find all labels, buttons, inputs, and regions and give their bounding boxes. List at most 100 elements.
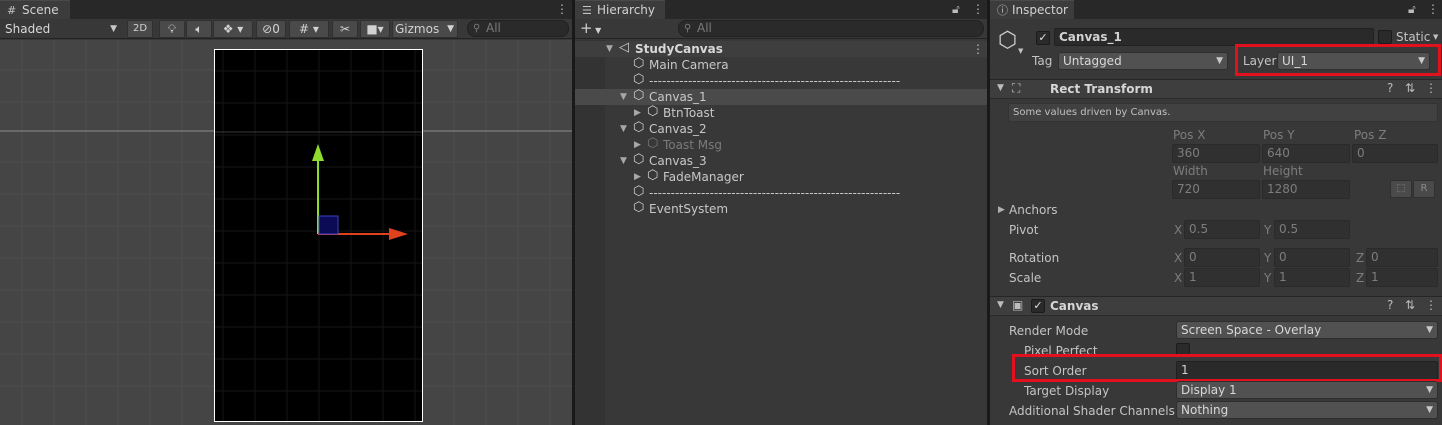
hierarchy-row[interactable]: ▼ ⬡ Canvas_2: [575, 120, 987, 137]
effects-toggle[interactable]: ❖ ▾: [213, 20, 253, 38]
hierarchy-more-icon[interactable]: ⋮: [972, 1, 984, 18]
audio-toggle[interactable]: 🔈︎: [186, 20, 212, 38]
tools-icon: ✂︎: [339, 22, 351, 36]
foldout-open-icon[interactable]: ▼: [620, 89, 627, 105]
visibility-toggle[interactable]: ⊘0: [256, 20, 286, 38]
canvas-component-header[interactable]: ▼ ▣ ✓ Canvas ? ⇅ ⋮: [990, 296, 1442, 316]
static-checkbox[interactable]: [1378, 30, 1392, 44]
foldout-closed-icon[interactable]: ▶: [634, 137, 641, 153]
preset-icon[interactable]: ⇅: [1405, 81, 1415, 95]
tools-button[interactable]: ✂︎: [332, 20, 358, 38]
pivot-x-field[interactable]: 0.5: [1184, 220, 1260, 239]
tab-scene[interactable]: # Scene: [0, 0, 70, 19]
rect-transform-header[interactable]: ▼ ⛶ Rect Transform ? ⇅ ⋮: [990, 79, 1442, 99]
hierarchy-row[interactable]: ▶ ⬡ FadeManager: [575, 168, 987, 185]
help-icon[interactable]: ?: [1387, 81, 1393, 95]
raw-edit-button[interactable]: R: [1413, 180, 1435, 198]
tag-dropdown[interactable]: Untagged ▼: [1058, 52, 1228, 70]
driven-note: Some values driven by Canvas.: [1008, 103, 1438, 122]
hierarchy-row[interactable]: ▶ ⬡ Toast Msg: [575, 136, 987, 153]
foldout-closed-icon[interactable]: ▶: [634, 105, 641, 121]
lock-icon[interactable]: 🔓︎: [952, 1, 960, 18]
y-axis-arrow: [312, 144, 324, 161]
gameobject-cube-icon: ⬡: [647, 168, 659, 183]
blueprint-mode-button[interactable]: ⬚: [1390, 180, 1412, 198]
hierarchy-row[interactable]: ▶ ⬡ BtnToast: [575, 104, 987, 121]
scale-y-field[interactable]: 1: [1274, 268, 1350, 287]
scene-more-icon[interactable]: ⋮: [556, 1, 568, 18]
pos-y-value: 640: [1267, 146, 1290, 160]
gizmos-dropdown[interactable]: Gizmos ▼: [392, 20, 458, 38]
anchors-label[interactable]: Anchors: [1009, 203, 1058, 217]
grid-snap-icon: # ▾: [299, 22, 319, 36]
foldout-closed-icon[interactable]: ▶: [998, 205, 1005, 215]
hierarchy-row[interactable]: ⬡ EventSystem: [575, 200, 987, 217]
move-gizmo[interactable]: [0, 40, 572, 425]
mode-2d-label: 2D: [132, 23, 148, 34]
preset-icon[interactable]: ⇅: [1405, 298, 1415, 312]
shader-channels-dropdown[interactable]: Nothing ▼: [1176, 401, 1438, 419]
rot-x-field[interactable]: 0: [1184, 248, 1260, 267]
rot-x-label: X: [1174, 251, 1183, 265]
help-icon[interactable]: ?: [1387, 298, 1393, 312]
foldout-open-icon[interactable]: ▼: [606, 41, 613, 57]
component-menu-icon[interactable]: ⋮: [1425, 298, 1437, 312]
chevron-down-icon[interactable]: ▼: [1433, 33, 1438, 41]
hierarchy-row[interactable]: ⬡ ---------------------------------------…: [575, 184, 987, 201]
foldout-open-icon[interactable]: ▼: [620, 121, 627, 137]
scene-more-icon[interactable]: ⋮: [972, 41, 984, 57]
hierarchy-search-placeholder: All: [697, 21, 712, 35]
scene-viewport[interactable]: [0, 40, 572, 425]
hierarchy-search-input[interactable]: ⚲ All: [678, 20, 984, 37]
hierarchy-row[interactable]: ⬡ Main Camera: [575, 56, 987, 73]
shading-mode-dropdown[interactable]: Shaded ▼: [0, 20, 122, 38]
scale-z-value: 1: [1371, 270, 1379, 284]
scale-x-value: 1: [1189, 270, 1197, 284]
hierarchy-item-label: Toast Msg: [663, 138, 722, 152]
scene-search-input[interactable]: ⚲ All: [467, 20, 569, 37]
mode-2d-button[interactable]: 2D: [127, 20, 153, 38]
hierarchy-row[interactable]: ▼ ⬡ Canvas_1: [575, 88, 987, 105]
hierarchy-row[interactable]: ⬡ ---------------------------------------…: [575, 72, 987, 89]
tab-inspector[interactable]: ⓘ Inspector: [990, 0, 1074, 19]
render-mode-dropdown[interactable]: Screen Space - Overlay ▼: [1176, 321, 1438, 339]
pivot-x-label: X: [1174, 223, 1183, 237]
tag-label: Tag: [1032, 54, 1053, 68]
tab-hierarchy[interactable]: ☰ Hierarchy: [575, 0, 665, 19]
canvas-enabled-checkbox[interactable]: ✓: [1031, 299, 1045, 313]
chevron-down-icon[interactable]: ▼: [1018, 47, 1023, 55]
xy-plane-handle: [318, 215, 339, 235]
foldout-open-icon[interactable]: ▼: [620, 153, 627, 169]
hierarchy-row[interactable]: ▼ ◁ StudyCanvas ⋮: [575, 40, 987, 57]
sort-order-highlight-box: [1012, 354, 1442, 382]
rot-y-field[interactable]: 0: [1274, 248, 1350, 267]
pivot-x-value: 0.5: [1189, 222, 1209, 236]
foldout-closed-icon[interactable]: ▶: [634, 169, 641, 185]
grid-toggle[interactable]: # ▾: [289, 20, 329, 38]
pos-z-value: 0: [1357, 146, 1365, 160]
scene-search-placeholder: All: [486, 21, 501, 35]
rot-z-field[interactable]: 0: [1366, 248, 1438, 267]
lighting-toggle[interactable]: 💡︎: [159, 20, 185, 38]
inspector-more-icon[interactable]: ⋮: [1427, 1, 1439, 18]
scale-z-field[interactable]: 1: [1366, 268, 1438, 287]
canvas-title: Canvas: [1050, 299, 1099, 313]
scale-x-field[interactable]: 1: [1184, 268, 1260, 287]
width-label: Width: [1173, 164, 1208, 178]
hierarchy-row[interactable]: ▼ ⬡ Canvas_3: [575, 152, 987, 169]
gameobject-cube-icon: ⬡: [633, 56, 645, 71]
render-mode-label: Render Mode: [1009, 324, 1089, 338]
canvas-icon: ▣: [1012, 298, 1024, 312]
pivot-y-field[interactable]: 0.5: [1274, 220, 1350, 239]
component-menu-icon[interactable]: ⋮: [1425, 81, 1437, 95]
active-checkbox[interactable]: ✓: [1036, 31, 1050, 45]
hierarchy-item-label: Canvas_3: [649, 154, 707, 168]
hierarchy-panel: ☰ Hierarchy 🔓︎ ⋮ + ▼ ⚲ All ▼ ◁ StudyCanvas…: [575, 0, 987, 425]
layer-highlight-box: [1235, 44, 1441, 76]
raw-edit-label: R: [1420, 183, 1428, 194]
scale-y-label: Y: [1264, 271, 1272, 285]
camera-button[interactable]: ■▾: [360, 20, 390, 38]
add-button[interactable]: + ▼: [580, 19, 601, 40]
target-display-dropdown[interactable]: Display 1 ▼: [1176, 381, 1438, 399]
lock-icon[interactable]: 🔓︎: [1408, 1, 1416, 18]
